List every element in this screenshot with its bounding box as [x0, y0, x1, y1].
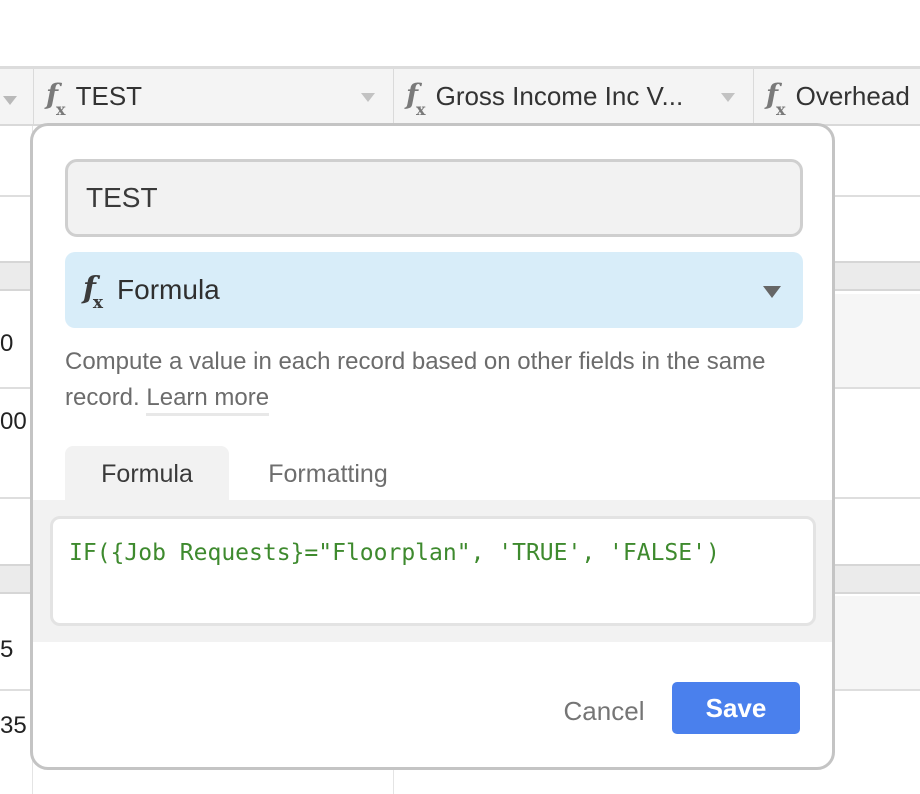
column-header-label: Gross Income Inc V...: [435, 81, 684, 111]
formula-icon: fx: [406, 78, 426, 119]
column-header-label: Overhead: [795, 81, 910, 111]
chevron-down-icon: [763, 286, 781, 298]
grid-cell-value: 35: [0, 712, 27, 739]
save-button[interactable]: Save: [672, 682, 800, 734]
field-type-description: Compute a value in each record based on …: [65, 344, 805, 416]
formula-icon: fx: [46, 78, 66, 119]
grid-cell: [834, 596, 920, 690]
config-tabs: Formula Formatting: [33, 446, 832, 502]
grid-cell: [834, 294, 920, 388]
field-config-dialog: fx Formula Compute a value in each recor…: [30, 123, 835, 770]
formula-input[interactable]: IF({Job Requests}="Floorplan", 'TRUE', '…: [50, 516, 816, 626]
column-header-overhead[interactable]: fx Overhead: [753, 69, 920, 124]
formula-editor-panel: IF({Job Requests}="Floorplan", 'TRUE', '…: [33, 500, 832, 642]
tab-formatting[interactable]: Formatting: [243, 446, 413, 502]
field-type-select[interactable]: fx Formula: [65, 252, 803, 328]
field-name-input[interactable]: [65, 159, 803, 237]
column-header-gross-income[interactable]: fx Gross Income Inc V...: [393, 69, 753, 124]
column-header-test[interactable]: fx TEST: [33, 69, 393, 124]
cancel-button[interactable]: Cancel: [539, 685, 669, 737]
chevron-down-icon[interactable]: [3, 96, 17, 105]
tab-formula[interactable]: Formula: [65, 446, 229, 502]
grid-cell-value: 0: [0, 330, 14, 357]
chevron-down-icon[interactable]: [361, 92, 375, 102]
chevron-down-icon[interactable]: [721, 92, 735, 102]
learn-more-link[interactable]: Learn more: [146, 384, 270, 416]
grid-header-row: fx TEST fx Gross Income Inc V... fx Over…: [0, 66, 920, 126]
formula-icon: fx: [83, 270, 104, 313]
column-header-label: TEST: [75, 81, 143, 111]
field-type-label: Formula: [117, 274, 220, 305]
grid-cell-value: 00: [0, 408, 27, 435]
grid-cell-value: 5: [0, 636, 14, 663]
formula-icon: fx: [766, 78, 786, 119]
